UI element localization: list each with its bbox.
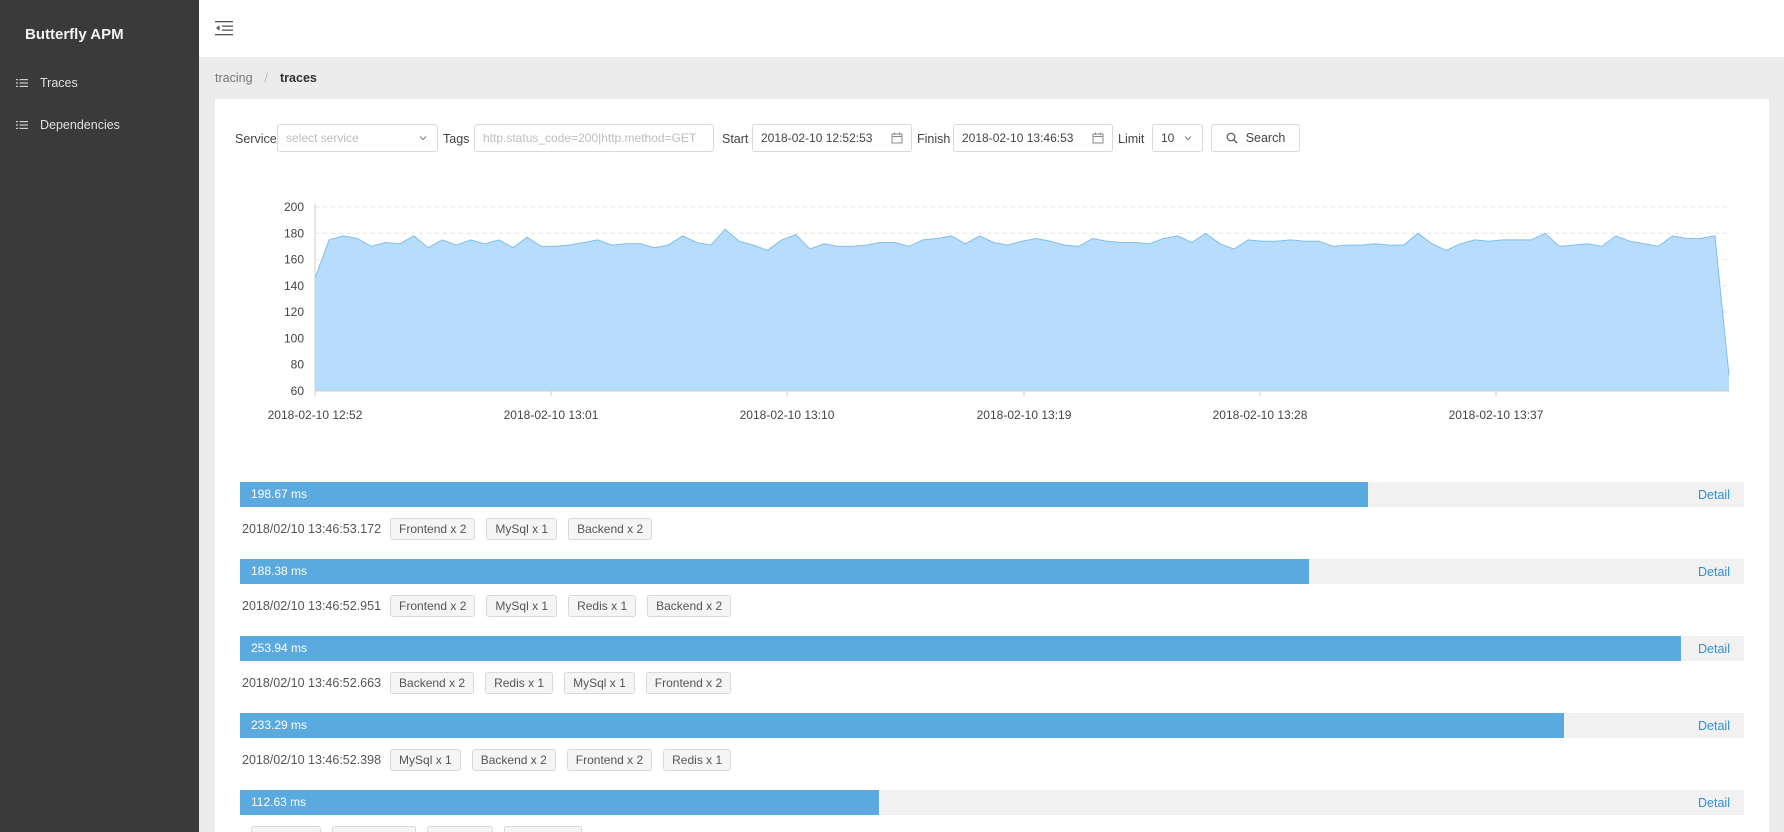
service-tag: Backend x 2 xyxy=(568,518,653,540)
menu-fold-icon[interactable] xyxy=(215,20,233,36)
trace-duration: 253.94 ms xyxy=(251,641,308,655)
service-tag: Frontend x 2 xyxy=(645,672,732,694)
limit-label: Limit xyxy=(1118,132,1145,146)
trace-duration-track[interactable]: 233.29 ms Detail xyxy=(240,713,1744,738)
breadcrumb-item-traces: traces xyxy=(280,71,317,85)
tags-label: Tags xyxy=(443,132,470,146)
chevron-down-icon xyxy=(1184,136,1192,141)
service-tag xyxy=(504,826,582,832)
service-tag: MySql x 1 xyxy=(486,595,558,617)
trace-detail-link[interactable]: Detail xyxy=(1698,642,1730,656)
trace-meta-row: 2018/02/10 13:46:52.663 Backend x 2 Redis … xyxy=(242,671,742,695)
service-tag: MySql x 1 xyxy=(564,672,635,694)
list-icon xyxy=(16,121,28,129)
service-tag xyxy=(427,826,493,832)
top-bar xyxy=(199,0,1784,57)
trace-detail-link[interactable]: Detail xyxy=(1698,719,1730,733)
search-button-label: Search xyxy=(1245,131,1286,145)
trace-duration: 233.29 ms xyxy=(251,718,308,732)
search-button[interactable]: Search xyxy=(1211,124,1300,152)
trace-duration-bar[interactable]: 112.63 ms xyxy=(240,790,880,815)
breadcrumb: tracing / traces xyxy=(215,71,317,85)
service-tag: MySql x 1 xyxy=(390,749,461,771)
trace-detail-link[interactable]: Detail xyxy=(1698,565,1730,579)
trace-duration: 112.63 ms xyxy=(251,795,307,809)
service-tag xyxy=(251,826,321,832)
trace-duration-track[interactable]: 188.38 ms Detail xyxy=(240,559,1744,584)
app-title: Butterfly APM xyxy=(25,26,124,43)
service-tag: Backend x 2 xyxy=(647,595,732,617)
breadcrumb-separator: / xyxy=(264,71,269,85)
trace-duration: 188.38 ms xyxy=(251,564,308,578)
finish-date-value: 2018-02-10 13:46:53 xyxy=(962,131,1074,145)
trace-timestamp: 2018/02/10 13:46:52.951 xyxy=(242,599,382,613)
trace-detail-link[interactable]: Detail xyxy=(1698,796,1730,810)
trace-duration-track[interactable]: 253.94 ms Detail xyxy=(240,636,1744,661)
finish-label: Finish xyxy=(917,132,951,146)
service-placeholder: select service xyxy=(286,131,359,145)
service-tag xyxy=(332,826,416,832)
chevron-down-icon xyxy=(419,136,427,141)
trace-duration-bar[interactable]: 198.67 ms xyxy=(240,482,1368,507)
service-tag: Frontend x 2 xyxy=(566,749,653,771)
trace-duration-bar[interactable]: 188.38 ms xyxy=(240,559,1310,584)
trace-duration-bar[interactable]: 233.29 ms xyxy=(240,713,1564,738)
start-label: Start xyxy=(722,132,749,146)
service-tag: Backend x 2 xyxy=(390,672,475,694)
trace-duration: 198.67 ms xyxy=(251,487,308,501)
trace-meta-row: 2018/02/10 13:46:52.951 Frontend x 2 MySql… xyxy=(242,594,742,618)
service-tag: Backend x 2 xyxy=(471,749,556,771)
trace-meta-row xyxy=(242,825,593,832)
start-date-value: 2018-02-10 12:52:53 xyxy=(761,131,873,145)
sidebar-item-dependencies[interactable]: Dependencies xyxy=(0,112,199,138)
service-select[interactable]: select service xyxy=(277,124,438,152)
trace-timestamp: 2018/02/10 13:46:52.663 xyxy=(242,676,382,690)
sidebar-item-label: Dependencies xyxy=(40,118,120,132)
sidebar-item-label: Traces xyxy=(40,76,78,90)
calendar-icon xyxy=(1092,132,1104,144)
tags-input[interactable]: http.status_code=200|http.method=GET xyxy=(474,124,714,152)
service-tag: MySql x 1 xyxy=(486,518,558,540)
tags-placeholder: http.status_code=200|http.method=GET xyxy=(483,131,697,145)
service-tag: Redis x 1 xyxy=(568,595,637,617)
service-label: Service xyxy=(235,132,277,146)
trace-duration-track[interactable]: 112.63 ms Detail xyxy=(240,790,1744,815)
limit-select[interactable]: 10 xyxy=(1152,124,1203,152)
list-icon xyxy=(16,79,28,87)
sidebar: Butterfly APM Traces Dependencies xyxy=(0,0,199,832)
service-tag: Redis x 1 xyxy=(485,672,554,694)
trace-timestamp: 2018/02/10 13:46:52.398 xyxy=(242,753,382,767)
service-tag: Frontend x 2 xyxy=(390,595,476,617)
sidebar-item-traces[interactable]: Traces xyxy=(0,70,199,96)
service-tag: Redis x 1 xyxy=(663,749,732,771)
calendar-icon xyxy=(891,132,903,144)
breadcrumb-item-tracing[interactable]: tracing xyxy=(215,71,253,85)
start-date-picker[interactable]: 2018-02-10 12:52:53 xyxy=(752,124,912,152)
trace-detail-link[interactable]: Detail xyxy=(1698,488,1730,502)
trace-timestamp: 2018/02/10 13:46:53.172 xyxy=(242,522,382,536)
trace-duration-track[interactable]: 198.67 ms Detail xyxy=(240,482,1744,507)
search-icon xyxy=(1226,132,1238,144)
trace-duration-bar[interactable]: 253.94 ms xyxy=(240,636,1681,661)
finish-date-picker[interactable]: 2018-02-10 13:46:53 xyxy=(953,124,1113,152)
trace-meta-row: 2018/02/10 13:46:53.172 Frontend x 2 MySql… xyxy=(242,517,663,541)
trace-meta-row: 2018/02/10 13:46:52.398 MySql x 1 Backend … xyxy=(242,748,742,772)
limit-value: 10 xyxy=(1161,131,1175,145)
service-tag: Frontend x 2 xyxy=(390,518,476,540)
